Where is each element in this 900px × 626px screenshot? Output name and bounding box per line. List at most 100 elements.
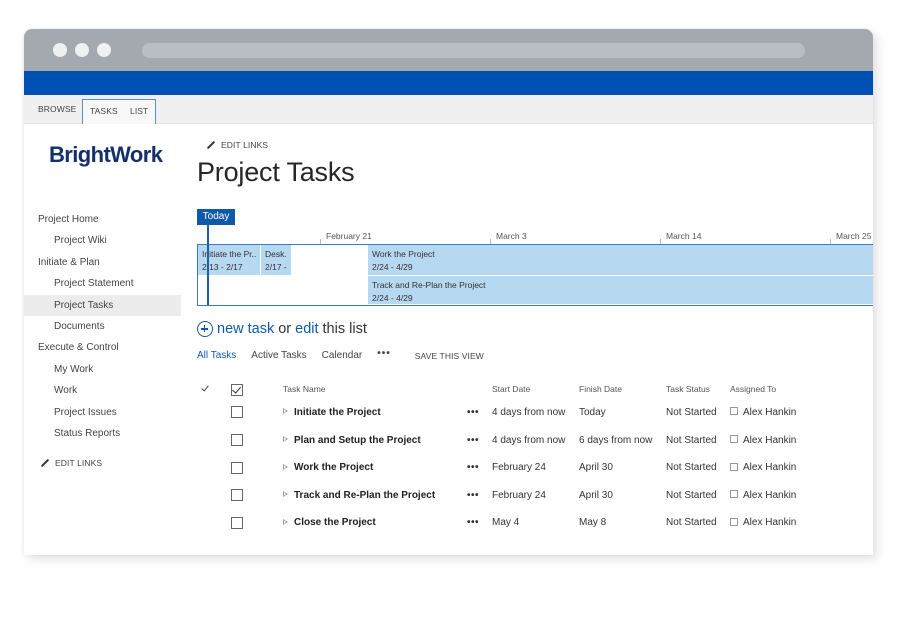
sidebar-item-project-home[interactable]: Project Home — [24, 209, 181, 230]
bar-dates: 2/24 - 4/29 — [372, 262, 413, 272]
timeline-tick-label: March 3 — [496, 231, 527, 241]
row-menu-ellipsis-icon[interactable]: ••• — [467, 454, 479, 482]
task-name[interactable]: Plan and Setup the Project — [294, 435, 421, 446]
start-date: February 24 — [492, 462, 546, 474]
timeline-tick-label: February 21 — [326, 231, 372, 241]
sidebar-item-work[interactable]: Work — [24, 380, 181, 401]
today-marker: Today — [197, 209, 235, 225]
timeline-bar-desk[interactable]: Desk... 2/17 - ... — [261, 245, 291, 275]
view-active-tasks[interactable]: Active Tasks — [251, 350, 306, 361]
timeline-bar-track-and-replan[interactable]: Track and Re-Plan the Project 2/24 - 4/2… — [368, 276, 873, 304]
sidebar-item-project-tasks[interactable]: Project Tasks — [24, 294, 181, 316]
assigned-to[interactable]: Alex Hankin — [730, 509, 796, 537]
column-header-task-status[interactable]: Task Status — [666, 379, 710, 399]
address-bar[interactable] — [142, 43, 805, 58]
column-header-task-name[interactable]: Task Name — [283, 379, 326, 399]
timeline-tick-label: March 25 — [836, 231, 872, 241]
expand-triangle-icon[interactable] — [283, 435, 288, 442]
finish-date: May 8 — [579, 517, 607, 529]
view-calendar[interactable]: Calendar — [322, 350, 363, 361]
timeline-bar-work-the-project[interactable]: Work the Project 2/24 - 4/29 — [368, 245, 873, 275]
sidebar-item-my-work[interactable]: My Work — [24, 359, 181, 380]
sidebar-item-status-reports[interactable]: Status Reports — [24, 423, 181, 444]
presence-icon — [730, 490, 738, 499]
column-header-start-date[interactable]: Start Date — [492, 379, 530, 399]
ribbon: BROWSE TASKS LIST — [24, 95, 873, 124]
save-this-view-button[interactable]: SAVE THIS VIEW — [415, 351, 484, 361]
sidebar-item-documents[interactable]: Documents — [24, 316, 181, 337]
window-control-maximize-icon[interactable] — [97, 43, 111, 57]
finish-date: April 30 — [579, 489, 613, 501]
finish-date: Today — [579, 407, 606, 418]
row-menu-ellipsis-icon[interactable]: ••• — [467, 399, 479, 427]
row-menu-ellipsis-icon[interactable]: ••• — [467, 482, 479, 510]
ribbon-tab-browse[interactable]: BROWSE — [38, 95, 76, 124]
sidebar-nav: Project Home Project Wiki Initiate & Pla… — [24, 209, 181, 444]
task-name-cell[interactable]: Initiate the Project — [283, 399, 381, 427]
column-header-finish-date[interactable]: Finish Date — [579, 379, 622, 399]
assignee-name[interactable]: Alex Hankin — [743, 517, 796, 528]
pencil-icon — [40, 458, 50, 468]
task-name-cell[interactable]: Work the Project — [283, 454, 373, 482]
sidebar-edit-links[interactable]: EDIT LINKS — [40, 458, 102, 468]
task-name[interactable]: Track and Re-Plan the Project — [294, 490, 435, 501]
tasks-table: Task Name Start Date Finish Date Task St… — [197, 379, 837, 537]
assigned-to[interactable]: Alex Hankin — [730, 454, 796, 482]
select-all-checkbox[interactable] — [231, 379, 243, 399]
assigned-to[interactable]: Alex Hankin — [730, 482, 796, 510]
task-name[interactable]: Close the Project — [294, 517, 376, 528]
row-checkbox[interactable] — [231, 427, 243, 455]
window-control-close-icon[interactable] — [53, 43, 67, 57]
task-name-cell[interactable]: Close the Project — [283, 509, 376, 537]
assignee-name[interactable]: Alex Hankin — [743, 462, 796, 473]
assignee-name[interactable]: Alex Hankin — [743, 490, 796, 501]
sidebar-edit-links-label: EDIT LINKS — [55, 458, 103, 468]
ribbon-tab-list[interactable]: LIST — [130, 97, 148, 126]
today-line — [207, 225, 209, 305]
row-checkbox[interactable] — [231, 399, 243, 427]
sidebar-item-project-statement[interactable]: Project Statement — [24, 273, 181, 294]
add-circle-icon[interactable] — [197, 321, 213, 337]
row-checkbox[interactable] — [231, 454, 243, 482]
expand-triangle-icon[interactable] — [283, 408, 288, 415]
table-row: Plan and Setup the Project ••• 4 days fr… — [197, 427, 837, 455]
finish-date: 6 days from now — [579, 434, 653, 446]
sidebar-item-execute-control[interactable]: Execute & Control — [24, 337, 181, 358]
expand-triangle-icon[interactable] — [283, 518, 288, 525]
bar-dates: 2/17 - ... — [265, 262, 287, 272]
assigned-to[interactable]: Alex Hankin — [730, 399, 796, 427]
new-task-link[interactable]: new task — [217, 321, 274, 337]
edit-list-link[interactable]: edit — [295, 321, 318, 337]
assignee-name[interactable]: Alex Hankin — [743, 435, 796, 446]
this-list-text: this list — [322, 321, 367, 337]
task-name[interactable]: Work the Project — [294, 462, 373, 473]
expand-triangle-icon[interactable] — [283, 463, 288, 470]
assigned-to[interactable]: Alex Hankin — [730, 427, 796, 455]
suite-bar — [24, 71, 873, 95]
expand-triangle-icon[interactable] — [283, 491, 288, 498]
sidebar-item-initiate-plan[interactable]: Initiate & Plan — [24, 252, 181, 273]
ribbon-tab-tasks[interactable]: TASKS — [90, 97, 118, 126]
new-task-bar: new task or edit this list — [197, 321, 367, 337]
task-name-cell[interactable]: Plan and Setup the Project — [283, 427, 421, 455]
task-name-cell[interactable]: Track and Re-Plan the Project — [283, 482, 435, 510]
column-header-assigned-to[interactable]: Assigned To — [730, 379, 776, 399]
row-menu-ellipsis-icon[interactable]: ••• — [467, 509, 479, 537]
sidebar-item-project-issues[interactable]: Project Issues — [24, 402, 181, 423]
window-control-minimize-icon[interactable] — [75, 43, 89, 57]
row-checkbox[interactable] — [231, 509, 243, 537]
task-name[interactable]: Initiate the Project — [294, 407, 381, 418]
timeline-track: Initiate the Pr... 2/13 - 2/17 Desk... 2… — [197, 244, 873, 306]
table-row: Work the Project ••• February 24 April 3… — [197, 454, 837, 482]
browser-titlebar — [24, 29, 873, 71]
brightwork-logo[interactable]: BrightWork — [49, 142, 163, 168]
row-menu-ellipsis-icon[interactable]: ••• — [467, 427, 479, 455]
sidebar-item-project-wiki[interactable]: Project Wiki — [24, 230, 181, 251]
row-checkbox[interactable] — [231, 482, 243, 510]
main-edit-links[interactable]: EDIT LINKS — [206, 140, 268, 150]
more-views-ellipsis-icon[interactable]: ••• — [377, 348, 391, 359]
view-all-tasks[interactable]: All Tasks — [197, 350, 236, 361]
task-status: Not Started — [666, 462, 717, 474]
browser-window: BROWSE TASKS LIST BrightWork Project Hom… — [24, 29, 873, 555]
assignee-name[interactable]: Alex Hankin — [743, 407, 796, 418]
